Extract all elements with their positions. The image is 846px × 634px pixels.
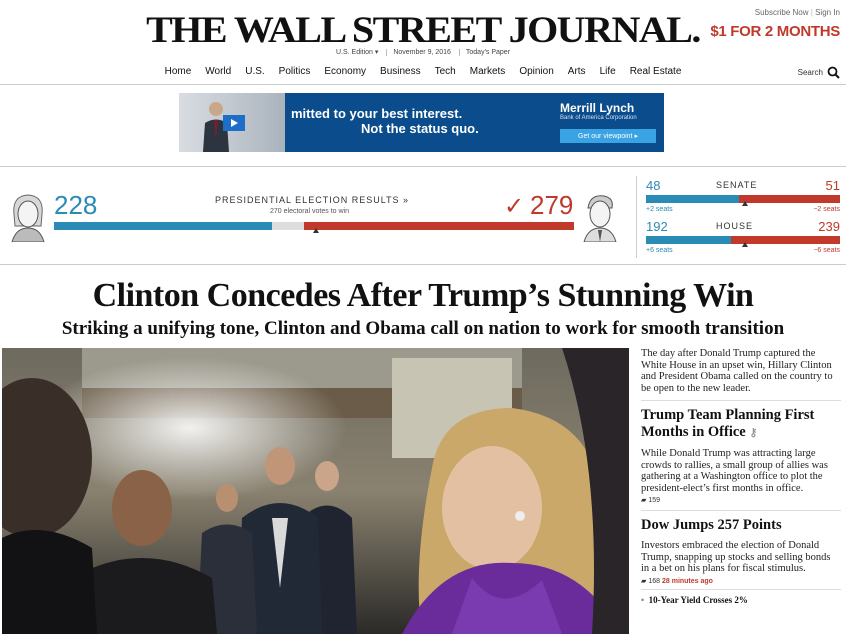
nav-real-estate[interactable]: Real Estate bbox=[623, 66, 689, 86]
ad-brand-sub: Bank of America Corporation bbox=[560, 115, 637, 121]
clinton-bar-fill bbox=[54, 222, 273, 230]
senate-label: SENATE bbox=[716, 180, 758, 190]
edition-selector[interactable]: U.S. Edition ▾ bbox=[330, 49, 384, 56]
lead-headline[interactable]: Clinton Concedes After Trump’s Stunning … bbox=[0, 277, 846, 315]
story-summary: Investors embraced the election of Donal… bbox=[641, 540, 831, 574]
divider bbox=[0, 166, 846, 167]
trump-electoral-votes: 279 bbox=[530, 190, 574, 220]
advertisement-banner[interactable]: mitted to your best interest. Not the st… bbox=[179, 93, 664, 152]
lead-subhead: Striking a unifying tone, Clinton and Ob… bbox=[61, 318, 785, 339]
ad-copy: mitted to your best interest. Not the st… bbox=[285, 93, 554, 152]
divider bbox=[641, 400, 841, 401]
nav-tech[interactable]: Tech bbox=[428, 66, 463, 86]
ad-brand: Merrill Lynch Bank of America Corporatio… bbox=[554, 93, 664, 152]
search-label: Search bbox=[797, 68, 823, 77]
right-column: The day after Donald Trump captured the … bbox=[641, 348, 841, 605]
ad-brand-name: Merrill Lynch bbox=[560, 101, 635, 115]
search-button[interactable]: Search bbox=[798, 66, 840, 79]
house-rep-seats: −6 seats bbox=[813, 247, 840, 254]
main-nav: Home World U.S. Politics Economy Busines… bbox=[0, 66, 846, 86]
majority-marker-icon bbox=[742, 201, 748, 206]
divider bbox=[0, 84, 846, 85]
related-story-text: 10-Year Yield Crosses 2% bbox=[648, 594, 748, 605]
senate-dem-seats: +2 seats bbox=[646, 206, 673, 213]
lead-photo-image bbox=[2, 348, 629, 634]
senate-dem-count: 48 bbox=[646, 178, 661, 193]
nav-economy[interactable]: Economy bbox=[317, 66, 373, 86]
house-dem-count: 192 bbox=[646, 219, 668, 234]
nav-business[interactable]: Business bbox=[373, 66, 428, 86]
story-meta: ▰ 168 28 minutes ago bbox=[641, 577, 841, 585]
subscriber-key-icon: ⚷ bbox=[749, 427, 758, 439]
search-icon bbox=[827, 66, 840, 79]
comment-icon: ▰ bbox=[641, 577, 647, 585]
comment-count: 159 bbox=[648, 497, 661, 504]
senate-rep-seats: −2 seats bbox=[813, 206, 840, 213]
house-label: HOUSE bbox=[716, 221, 754, 231]
edition-bar: U.S. Edition ▾ November 9, 2016 Today's … bbox=[0, 48, 846, 56]
house-dem-seats: +6 seats bbox=[646, 247, 673, 254]
clinton-portrait-icon bbox=[11, 194, 45, 242]
related-story-link[interactable]: • 10-Year Yield Crosses 2% bbox=[641, 595, 841, 605]
senate-bar bbox=[646, 195, 840, 206]
nav-arts[interactable]: Arts bbox=[561, 66, 593, 86]
comment-count[interactable]: 168 bbox=[648, 578, 660, 585]
play-icon[interactable] bbox=[223, 115, 245, 131]
house-bar bbox=[646, 236, 840, 247]
270-marker-icon bbox=[313, 228, 319, 233]
nav-us[interactable]: U.S. bbox=[238, 66, 271, 86]
comment-icon: ▰ bbox=[641, 497, 647, 504]
story-headline-trump-team[interactable]: Trump Team Planning First Months in Offi… bbox=[641, 407, 841, 442]
ad-video-thumbnail[interactable] bbox=[179, 93, 285, 152]
divider bbox=[636, 176, 637, 258]
senate-rep-count: 51 bbox=[825, 178, 840, 193]
trump-bar-fill bbox=[303, 222, 574, 230]
winner-check-icon: ✓ bbox=[504, 193, 525, 220]
ad-cta-button[interactable]: Get our viewpoint ▸ bbox=[560, 129, 656, 143]
nav-life[interactable]: Life bbox=[593, 66, 623, 86]
lead-summary: The day after Donald Trump captured the … bbox=[641, 348, 833, 394]
nav-markets[interactable]: Markets bbox=[463, 66, 513, 86]
masthead-logo[interactable]: THE WALL STREET JOURNAL. bbox=[0, 8, 846, 51]
nav-world[interactable]: World bbox=[198, 66, 238, 86]
nav-politics[interactable]: Politics bbox=[272, 66, 318, 86]
divider bbox=[641, 510, 841, 511]
story-headline-dow[interactable]: Dow Jumps 257 Points bbox=[641, 517, 841, 534]
todays-paper-link[interactable]: Today's Paper bbox=[458, 49, 517, 56]
current-date: November 9, 2016 bbox=[386, 49, 457, 56]
ad-line-1: mitted to your best interest. bbox=[291, 106, 463, 121]
comment-count-link[interactable]: ▰ 159 bbox=[641, 496, 841, 504]
election-title-link[interactable]: PRESIDENTIAL ELECTION RESULTS » bbox=[215, 195, 409, 205]
nav-home[interactable]: Home bbox=[158, 66, 199, 86]
senate-dem-fill bbox=[646, 195, 740, 203]
majority-marker-icon bbox=[742, 242, 748, 247]
nav-opinion[interactable]: Opinion bbox=[512, 66, 560, 86]
divider bbox=[0, 264, 846, 265]
bullet-icon: • bbox=[641, 594, 645, 605]
story-timestamp: 28 minutes ago bbox=[661, 577, 713, 585]
lead-photo[interactable] bbox=[2, 348, 629, 634]
electoral-vote-bar bbox=[54, 222, 574, 233]
ad-line-2: Not the status quo. bbox=[361, 121, 479, 136]
house-dem-fill bbox=[646, 236, 732, 244]
clinton-electoral-votes: 228 bbox=[54, 190, 98, 220]
story-summary: While Donald Trump was attracting large … bbox=[641, 448, 828, 494]
trump-portrait-icon bbox=[583, 195, 617, 242]
house-rep-count: 239 bbox=[818, 219, 840, 234]
election-subtitle: 270 electoral votes to win bbox=[270, 208, 349, 215]
divider bbox=[641, 588, 841, 590]
story-headline-text: Trump Team Planning First Months in Offi… bbox=[641, 407, 815, 440]
